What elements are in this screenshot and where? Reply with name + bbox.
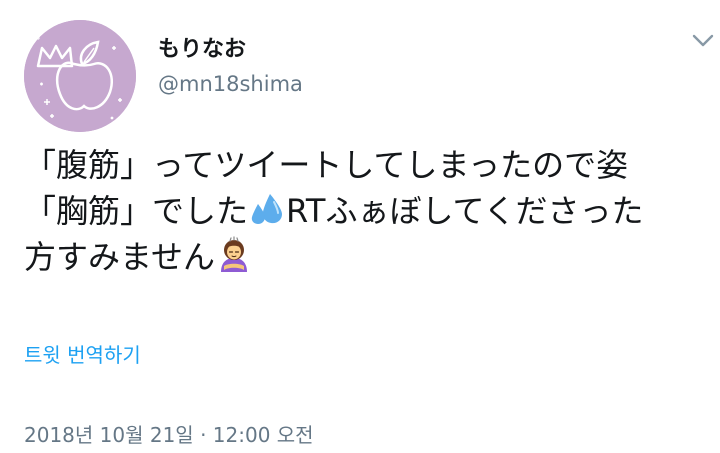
- tweet-text-line-2a: 「胸筋」でした: [24, 192, 249, 230]
- tweet-text-line-3a: 方すみません: [24, 238, 216, 276]
- person-bowing-icon: [221, 236, 248, 272]
- sweat-droplets-icon: [251, 194, 283, 224]
- chevron-down-icon: [692, 34, 714, 47]
- crown-apple-avatar-icon: [24, 20, 136, 132]
- tweet-text: 「腹筋」ってツイートしてしまったので姿 「胸筋」でした RTふぁぼしてくださった…: [24, 142, 714, 280]
- tweet-text-line-2: 「胸筋」でした RTふぁぼしてくださった: [24, 188, 714, 234]
- tweet-text-line-2b: RTふぁぼしてくださった: [286, 192, 644, 230]
- tweet-timestamp[interactable]: 2018년 10월 21일 · 12:00 오전: [24, 422, 314, 448]
- display-name[interactable]: もりなお: [158, 37, 246, 63]
- avatar[interactable]: [24, 20, 136, 132]
- translate-tweet-link[interactable]: 트윗 번역하기: [24, 342, 141, 368]
- user-handle[interactable]: @mn18shima: [158, 71, 303, 97]
- tweet-text-line-3: 方すみません: [24, 234, 714, 280]
- tweet-card: もりなお @mn18shima 「腹筋」ってツイートしてしまったので姿 「胸筋」…: [0, 0, 720, 453]
- tweet-text-line-1: 「腹筋」ってツイートしてしまったので姿: [24, 146, 629, 184]
- tweet-menu-button[interactable]: [686, 24, 720, 58]
